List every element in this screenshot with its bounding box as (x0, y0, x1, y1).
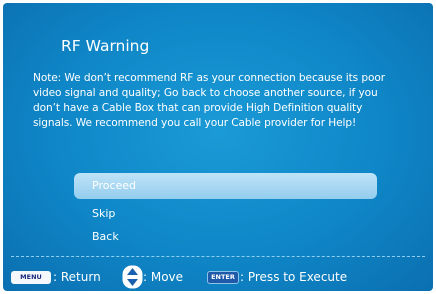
footer-hints: MENU : Return : Move ENTER : Press to Ex… (3, 265, 433, 289)
execute-hint: : Press to Execute (240, 270, 348, 284)
dpad-up-down-icon (122, 265, 143, 289)
enter-key-icon[interactable]: ENTER (207, 271, 239, 284)
menu-item-proceed[interactable]: Proceed (74, 173, 377, 199)
menu-item-label: Proceed (92, 179, 137, 192)
warning-note: Note: We don’t recommend RF as your conn… (33, 72, 385, 129)
menu-item-label: Back (92, 230, 119, 243)
menu-item-label: Skip (92, 207, 116, 220)
menu-key-icon[interactable]: MENU (11, 271, 51, 284)
footer-divider (11, 256, 425, 257)
dialog-title: RF Warning (61, 37, 150, 55)
return-hint: : Return (53, 270, 101, 284)
menu-item-back[interactable]: Back (74, 224, 377, 250)
rf-warning-screen: RF Warning Note: We don’t recommend RF a… (3, 3, 433, 291)
move-hint: : Move (143, 270, 184, 284)
